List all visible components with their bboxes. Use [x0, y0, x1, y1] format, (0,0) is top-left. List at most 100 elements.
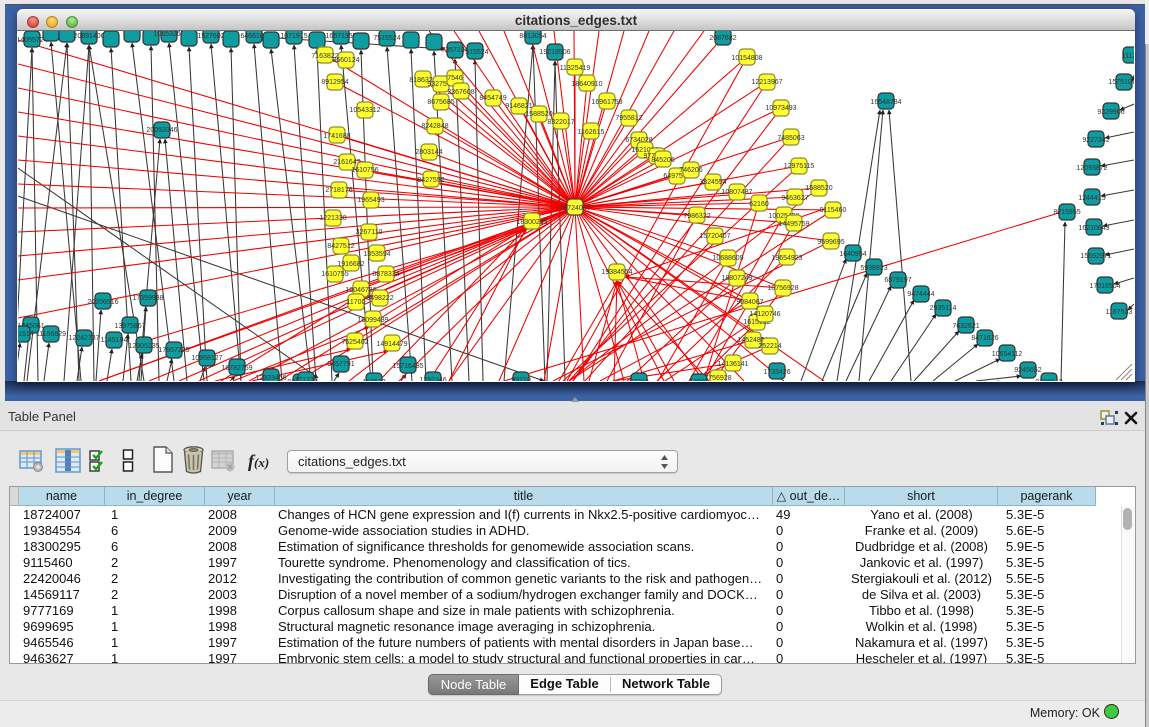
svg-text:1221338: 1221338	[319, 215, 346, 222]
svg-text:16548784: 16548784	[870, 99, 901, 106]
svg-text:7986322: 7986322	[683, 213, 710, 220]
svg-text:9084067: 9084067	[736, 299, 763, 306]
svg-text:12242737: 12242737	[68, 335, 99, 342]
svg-text:12923466: 12923466	[255, 375, 286, 381]
svg-text:8813054: 8813054	[519, 33, 546, 40]
svg-text:11700: 11700	[347, 299, 366, 306]
svg-text:3824554: 3824554	[699, 179, 726, 186]
svg-text:15716485: 15716485	[392, 363, 423, 370]
svg-text:87213: 87213	[629, 379, 649, 381]
svg-text:20891406: 20891406	[73, 33, 104, 40]
svg-text:9245652: 9245652	[1014, 367, 1041, 374]
svg-text:1527602: 1527602	[197, 33, 224, 40]
svg-text:1733426: 1733426	[763, 369, 790, 376]
svg-text:3498222: 3498222	[366, 295, 393, 302]
svg-text:771235: 771235	[294, 377, 317, 381]
svg-text:7515524: 7515524	[373, 35, 400, 42]
svg-text:10973493: 10973493	[765, 105, 796, 112]
svg-text:1071915: 1071915	[280, 33, 307, 40]
svg-text:1610756: 1610756	[351, 167, 378, 174]
svg-text:7632621: 7632621	[952, 323, 979, 330]
svg-text:1965493: 1965493	[357, 197, 384, 204]
svg-text:1640954: 1640954	[839, 251, 866, 258]
svg-text:1610755: 1610755	[321, 271, 348, 278]
svg-text:15720407: 15720407	[699, 233, 730, 240]
svg-text:11156829: 11156829	[36, 331, 66, 338]
svg-text:16099489: 16099489	[357, 317, 388, 324]
svg-text:18640910: 18640910	[571, 81, 602, 88]
svg-text:12975115: 12975115	[784, 163, 815, 170]
svg-text:8242848: 8242848	[421, 123, 448, 130]
svg-text:7625402: 7625402	[341, 339, 368, 346]
svg-text:8912954: 8912954	[321, 79, 348, 86]
svg-text:10653267: 10653267	[153, 31, 184, 38]
svg-text:8322017: 8322017	[547, 119, 574, 126]
svg-text:20053346: 20053346	[146, 127, 177, 134]
svg-text:9457791: 9457791	[327, 361, 354, 368]
svg-text:13975867: 13975867	[114, 323, 145, 330]
svg-text:8427552: 8427552	[417, 177, 444, 184]
svg-text:2087682: 2087682	[709, 35, 736, 42]
svg-text:8675685: 8675685	[427, 99, 454, 106]
svg-text:10154808: 10154808	[731, 55, 762, 62]
svg-text:104523: 104523	[362, 379, 385, 381]
svg-text:2718176: 2718176	[325, 187, 352, 194]
svg-text:2935114: 2935114	[930, 305, 957, 312]
svg-text:18807249: 18807249	[721, 275, 752, 282]
svg-text:746206: 746206	[679, 167, 702, 174]
svg-text:17359938: 17359938	[132, 295, 163, 302]
svg-text:19654923: 19654923	[771, 255, 802, 262]
svg-text:16782759: 16782759	[221, 365, 252, 372]
svg-text:1244415: 1244415	[1078, 195, 1105, 202]
svg-text:14495759: 14495759	[778, 221, 809, 228]
svg-text:7955812: 7955812	[615, 115, 642, 122]
svg-text:8427512: 8427512	[327, 243, 354, 250]
svg-text:15751074: 15751074	[1108, 79, 1134, 86]
svg-text:8660124: 8660124	[332, 57, 359, 64]
svg-text:9146821: 9146821	[505, 103, 532, 110]
svg-text:8454749: 8454749	[479, 95, 506, 102]
svg-text:9329906: 9329906	[1097, 109, 1124, 116]
svg-text:1145194: 1145194	[101, 337, 128, 344]
svg-text:17016504: 17016504	[1089, 283, 1120, 290]
svg-text:12905135: 12905135	[128, 343, 159, 350]
svg-text:12093872: 12093872	[1076, 165, 1107, 172]
svg-text:1167533: 1167533	[1106, 309, 1133, 316]
svg-text:9474444: 9474444	[907, 291, 934, 298]
svg-text:1292346: 1292346	[419, 377, 446, 381]
svg-text:8471626: 8471626	[971, 335, 998, 342]
svg-text:10756928: 10756928	[767, 285, 798, 292]
svg-text:7546: 7546	[447, 75, 463, 82]
svg-text:20206516: 20206516	[87, 299, 118, 306]
svg-text:1741688: 1741688	[323, 133, 350, 140]
svg-text:7515524: 7515524	[461, 49, 488, 56]
svg-text:1588520: 1588520	[525, 111, 552, 118]
svg-text:16961758: 16961758	[591, 99, 622, 106]
svg-text:14120746: 14120746	[749, 311, 780, 318]
svg-text:9227342: 9227342	[1082, 137, 1109, 144]
svg-text:391514: 391514	[18, 331, 34, 338]
svg-text:9115460: 9115460	[820, 207, 847, 214]
svg-text:9786612: 9786612	[1035, 379, 1062, 381]
svg-text:10654112: 10654112	[992, 351, 1023, 358]
svg-text:845206: 845206	[651, 157, 674, 164]
svg-text:8215955: 8215955	[1053, 209, 1080, 216]
svg-text:10958127: 10958127	[191, 355, 222, 362]
svg-text:1162615: 1162615	[578, 129, 605, 136]
svg-text:9699695: 9699695	[817, 239, 844, 246]
svg-text:6879197: 6879197	[884, 277, 911, 284]
svg-text:2803144: 2803144	[415, 149, 442, 156]
svg-text:19218506: 19218506	[539, 49, 570, 56]
svg-text:10543312: 10543312	[349, 107, 380, 114]
svg-text:8878334: 8878334	[372, 271, 399, 278]
svg-text:18724007: 18724007	[559, 205, 590, 212]
svg-text:11121: 11121	[1122, 53, 1134, 60]
svg-text:1588520: 1588520	[805, 185, 832, 192]
svg-text:7756928: 7756928	[704, 375, 731, 381]
svg-text:3267110: 3267110	[356, 229, 383, 236]
svg-text:19384554: 19384554	[601, 269, 632, 276]
svg-text:7485063: 7485063	[777, 135, 804, 142]
svg-text:10807487: 10807487	[721, 189, 752, 196]
svg-text:99210: 99210	[511, 377, 531, 381]
svg-text:14136141: 14136141	[717, 361, 748, 368]
